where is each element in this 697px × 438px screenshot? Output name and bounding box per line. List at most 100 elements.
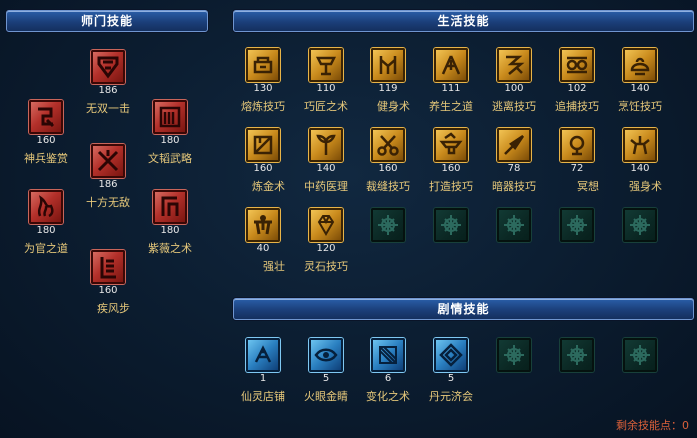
skill-level: 78: [507, 163, 521, 174]
skill-name: 文韬武略: [148, 152, 192, 165]
skill-name: 无双一击: [86, 102, 130, 115]
story-skill-locked-slot: [618, 338, 662, 372]
skill-name: 强身术: [629, 180, 662, 193]
skill-name: 中药医理: [304, 180, 348, 193]
life-skill-lianjin[interactable]: 160 炼金术: [241, 128, 285, 194]
story-skill-bianhuazhishu[interactable]: 6 变化之术: [366, 338, 410, 404]
life-skill-zhuibu[interactable]: 102 追捕技巧: [555, 48, 599, 114]
school-skills-header: 师门技能: [6, 10, 208, 32]
skill-name: 十方无敌: [86, 196, 130, 209]
story-skill-locked-slot: [555, 338, 599, 372]
skill-name: 神兵鉴赏: [24, 152, 68, 165]
life-skill-locked-slot: [429, 208, 473, 242]
muscle-icon: [246, 208, 280, 242]
skill-level: 111: [441, 83, 461, 94]
skill-level: 160: [98, 285, 118, 296]
scissors-icon: [371, 128, 405, 162]
locked-emblem-icon: [434, 208, 468, 242]
story-skills-title: 剧情技能: [437, 302, 490, 316]
body-icon: [371, 48, 405, 82]
skill-level: 180: [36, 225, 56, 236]
skill-name: 熔炼技巧: [241, 100, 285, 113]
story-skill-danyuanjihui[interactable]: 5 丹元济会: [429, 338, 473, 404]
skill-level: 186: [98, 85, 118, 96]
story-skills-header: 剧情技能: [233, 298, 694, 320]
life-skills-title: 生活技能: [437, 14, 490, 28]
locked-emblem-icon: [623, 338, 657, 372]
skill-level: 180: [160, 225, 180, 236]
locked-emblem-icon: [497, 338, 531, 372]
remaining-points-value: 0: [682, 419, 689, 432]
skill-name: 为官之道: [24, 242, 68, 255]
skill-level: 140: [316, 163, 336, 174]
craftsman-icon: [309, 48, 343, 82]
shackles-icon: [560, 48, 594, 82]
life-skill-locked-slot: [492, 208, 536, 242]
life-skill-mingxiang[interactable]: 72 冥想: [555, 128, 599, 194]
dart-icon: [497, 128, 531, 162]
meditation-icon: [434, 48, 468, 82]
skill-level: 100: [504, 83, 524, 94]
skill-level: 186: [98, 179, 118, 190]
school-skill-ziweizhishu[interactable]: 180 紫薇之术: [148, 190, 192, 256]
life-skill-caifeng[interactable]: 160 裁缝技巧: [366, 128, 410, 194]
locked-emblem-icon: [623, 208, 657, 242]
locked-emblem-icon: [560, 338, 594, 372]
skill-name: 火眼金睛: [304, 390, 348, 403]
skill-name: 追捕技巧: [555, 100, 599, 113]
life-skill-yangsheng[interactable]: 111 养生之道: [429, 48, 473, 114]
skill-level: 102: [567, 83, 587, 94]
remaining-skill-points: 剩余技能点：0: [616, 417, 689, 433]
skill-name: 裁缝技巧: [366, 180, 410, 193]
locked-emblem-icon: [560, 208, 594, 242]
school-skill-wentaowulue[interactable]: 180 文韬武略: [148, 100, 192, 166]
skill-name: 冥想: [577, 180, 599, 193]
book-glyph-icon: [153, 100, 187, 134]
skill-name: 暗器技巧: [492, 180, 536, 193]
life-skill-locked-slot: [366, 208, 410, 242]
school-skill-wushuangyiji[interactable]: 186 无双一击: [86, 50, 130, 116]
alchemy-icon: [246, 128, 280, 162]
life-skill-zhongyao[interactable]: 140 中药医理: [304, 128, 348, 194]
school-skills-title: 师门技能: [80, 14, 133, 28]
skill-level: 120: [316, 243, 336, 254]
life-skill-lingshi[interactable]: 120 灵石技巧: [304, 208, 348, 274]
skill-level: 160: [253, 163, 273, 174]
life-skill-qiangshen[interactable]: 140 强身术: [618, 128, 662, 194]
eye-icon: [309, 338, 343, 372]
life-skill-ronglian[interactable]: 130 熔炼技巧: [241, 48, 285, 114]
skill-name: 烹饪技巧: [618, 100, 662, 113]
life-skill-jianshen[interactable]: 119 健身术: [366, 48, 410, 114]
skill-name: 灵石技巧: [304, 260, 348, 273]
life-skill-qiaojiang[interactable]: 110 巧匠之术: [304, 48, 348, 114]
school-skill-shenbingjianshang[interactable]: 160 神兵鉴赏: [24, 100, 68, 166]
story-skill-huoyanjinjing[interactable]: 5 火眼金睛: [304, 338, 348, 404]
life-skill-qiangzhuang[interactable]: 40 强壮: [241, 208, 285, 274]
life-skill-locked-slot: [555, 208, 599, 242]
life-skill-pengren[interactable]: 140 烹饪技巧: [618, 48, 662, 114]
skill-name: 巧匠之术: [304, 100, 348, 113]
shop-icon: [246, 338, 280, 372]
school-skill-jifengbu[interactable]: 160 疾风步: [86, 250, 130, 316]
skill-level: 110: [316, 83, 336, 94]
skill-level: 160: [441, 163, 461, 174]
flame-glyph-icon: [29, 190, 63, 224]
life-skill-anqi[interactable]: 78 暗器技巧: [492, 128, 536, 194]
skill-level: 5: [322, 373, 330, 384]
skill-level: 119: [378, 83, 398, 94]
school-skill-weiguanzhidao[interactable]: 180 为官之道: [24, 190, 68, 256]
escape-icon: [497, 48, 531, 82]
life-skill-taoli[interactable]: 100 逃离技巧: [492, 48, 536, 114]
story-skill-xianlingdianpu[interactable]: 1 仙灵店铺: [241, 338, 285, 404]
mind-icon: [560, 128, 594, 162]
skill-name: 仙灵店铺: [241, 390, 285, 403]
locked-emblem-icon: [371, 208, 405, 242]
skill-level: 130: [253, 83, 273, 94]
skill-level: 160: [378, 163, 398, 174]
crossed-swords-icon: [91, 144, 125, 178]
life-skills-header: 生活技能: [233, 10, 694, 32]
life-skill-dazao[interactable]: 160 打造技巧: [429, 128, 473, 194]
school-skill-shifangwudi[interactable]: 186 十方无敌: [86, 144, 130, 210]
story-skill-locked-slot: [492, 338, 536, 372]
skill-name: 强壮: [263, 260, 285, 273]
